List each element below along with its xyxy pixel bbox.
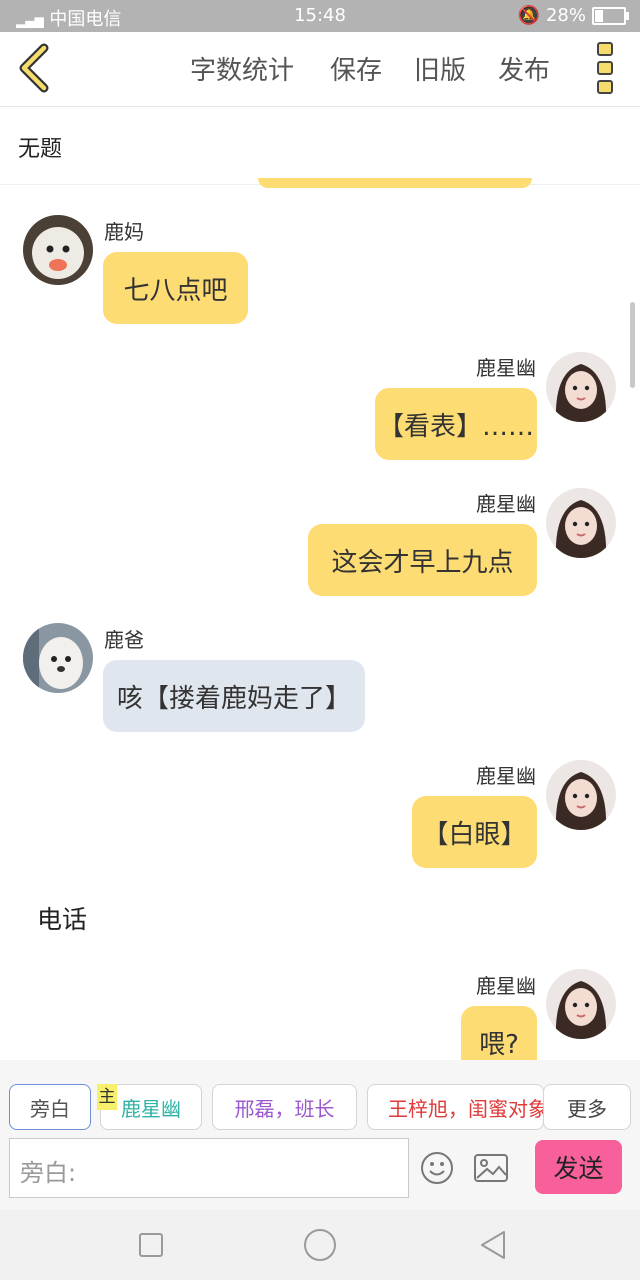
role-chip[interactable]: 邢磊，班长 [212,1084,357,1130]
host-badge: 主 [97,1084,117,1110]
speaker-name: 鹿星幽 [476,492,536,516]
editor-toolbar: 字数统计 保存 旧版 发布 [0,32,640,107]
back-chevron-icon[interactable] [14,40,58,96]
publish-button[interactable]: 发布 [498,50,550,87]
composer-panel: 旁白 鹿星幽 主 邢磊，班长 王梓旭，闺蜜对象 更多 旁白: 发送 [0,1060,640,1210]
system-nav-bar [0,1210,640,1280]
message-bubble[interactable]: 【白眼】 [412,796,537,868]
message-input[interactable]: 旁白: [9,1138,409,1198]
more-roles-button[interactable]: 更多 [543,1084,631,1130]
avatar-luxingyou[interactable] [546,760,616,830]
send-button[interactable]: 发送 [535,1140,622,1194]
battery-fill [595,9,604,22]
image-icon[interactable] [473,1153,509,1183]
speaker-name: 鹿星幽 [476,974,536,998]
speaker-name: 鹿星幽 [476,764,536,788]
nav-back-icon[interactable] [478,1229,508,1261]
narration-text[interactable]: 电话 [37,900,87,936]
battery-percent: 28% [545,5,586,26]
speaker-name: 鹿星幽 [476,356,536,380]
role-chip-narrator[interactable]: 旁白 [9,1084,91,1130]
nav-home-icon[interactable] [303,1228,337,1262]
role-chip[interactable]: 王梓旭，闺蜜对象 [367,1084,544,1130]
scrollbar[interactable] [630,302,635,388]
battery-icon [592,6,629,25]
message-bubble[interactable]: 【看表】…… [375,388,537,460]
title-row[interactable]: 无题 [0,107,640,185]
save-button[interactable]: 保存 [330,50,382,87]
mute-bell-icon: 🔕 [517,5,540,26]
nav-recent-icon[interactable] [138,1232,164,1258]
avatar-luxingyou[interactable] [546,969,616,1039]
speaker-name: 鹿爸 [104,628,144,652]
avatar-luxingyou[interactable] [546,488,616,558]
kebab-menu-icon[interactable] [592,42,618,96]
previous-bubble-edge [258,178,532,188]
avatar-luba[interactable] [23,623,93,693]
message-bubble[interactable]: 这会才早上九点 [308,524,537,596]
avatar-lumama[interactable] [23,215,93,285]
message-bubble[interactable]: 七八点吧 [103,252,248,324]
speaker-name: 鹿妈 [104,220,144,244]
status-bar: ▂▄▆ 中国电信 15:48 🔕 28% [0,0,640,32]
emoji-icon[interactable] [420,1151,454,1185]
battery-area: 🔕 28% [517,5,629,26]
word-count-button[interactable]: 字数统计 [190,50,294,87]
message-bubble[interactable]: 咳【搂着鹿妈走了】 [103,660,365,732]
story-title[interactable]: 无题 [18,131,62,163]
old-version-button[interactable]: 旧版 [414,50,466,87]
avatar-luxingyou[interactable] [546,352,616,422]
